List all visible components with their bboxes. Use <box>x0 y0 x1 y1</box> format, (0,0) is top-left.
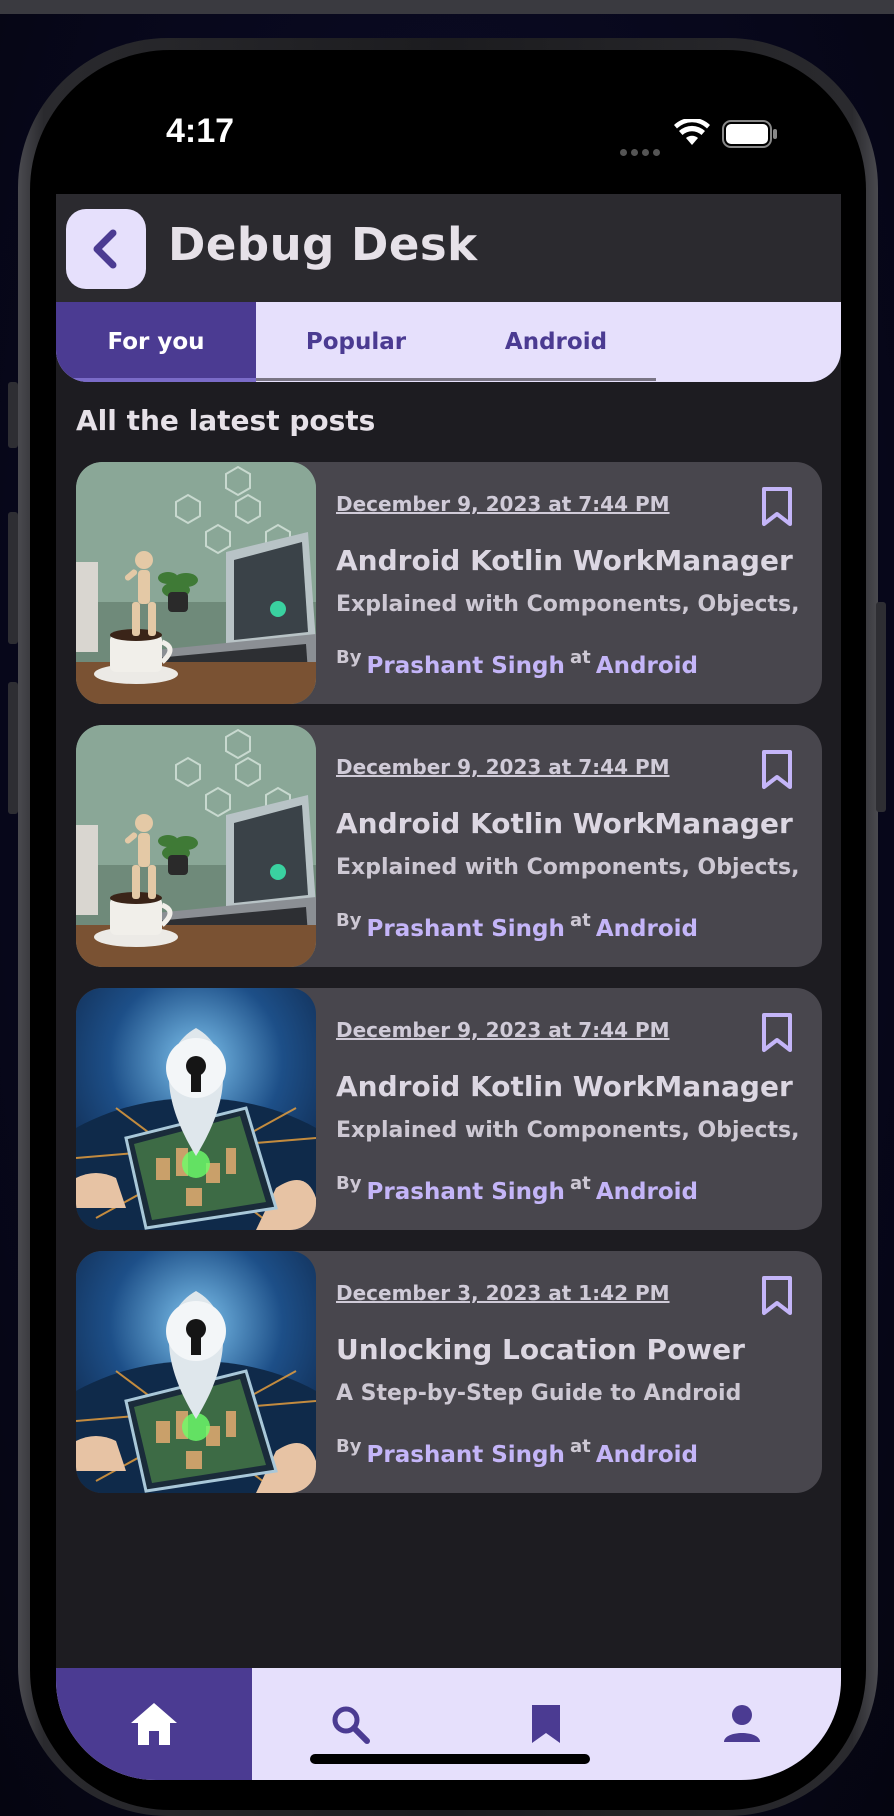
author-link[interactable]: Prashant Singh <box>367 1179 565 1205</box>
app-screen: Debug Desk For you Popular Android All t… <box>56 194 841 1780</box>
search-icon <box>332 1706 370 1744</box>
page-title: Debug Desk <box>168 218 478 271</box>
location-pin-phone-image <box>76 988 316 1230</box>
post-card[interactable]: December 3, 2023 at 1:42 PM Unlocking Lo… <box>76 1251 822 1493</box>
chevron-left-icon <box>93 229 117 269</box>
post-date[interactable]: December 9, 2023 at 7:44 PM <box>336 1018 670 1042</box>
by-label: By <box>336 1436 362 1457</box>
post-title: Unlocking Location Power <box>336 1333 745 1366</box>
post-byline: By Prashant Singh at Android <box>336 1173 698 1205</box>
category-link[interactable]: Android <box>596 1442 698 1468</box>
tab-android[interactable]: Android <box>456 302 656 382</box>
tab-for-you[interactable]: For you <box>56 302 256 382</box>
category-link[interactable]: Android <box>596 1179 698 1205</box>
wifi-icon <box>674 119 710 145</box>
person-icon <box>724 1705 760 1742</box>
by-label: By <box>336 647 362 668</box>
post-subtitle: Explained with Components, Objects, <box>336 592 800 617</box>
volume-down-button <box>8 682 18 814</box>
post-byline: By Prashant Singh at Android <box>336 910 698 942</box>
author-link[interactable]: Prashant Singh <box>367 1442 565 1468</box>
top-edge-strip <box>0 0 894 14</box>
home-icon <box>131 1703 177 1745</box>
post-title: Android Kotlin WorkManager <box>336 544 793 577</box>
laptop-desk-image <box>76 462 316 704</box>
post-card[interactable]: December 9, 2023 at 7:44 PM Android Kotl… <box>76 988 822 1230</box>
post-byline: By Prashant Singh at Android <box>336 647 698 679</box>
app-bar: Debug Desk <box>56 194 841 302</box>
mute-switch <box>8 382 18 448</box>
bookmark-icon <box>532 1705 560 1743</box>
tab-bar: For you Popular Android <box>56 302 841 382</box>
post-subtitle: Explained with Components, Objects, <box>336 1118 800 1143</box>
post-date[interactable]: December 3, 2023 at 1:42 PM <box>336 1281 670 1305</box>
signal-dots-icon <box>620 141 664 160</box>
category-link[interactable]: Android <box>596 653 698 679</box>
nav-home[interactable] <box>56 1668 252 1780</box>
post-subtitle: Explained with Components, Objects, <box>336 855 800 880</box>
location-pin-phone-image <box>76 1251 316 1493</box>
post-subtitle: A Step-by-Step Guide to Android <box>336 1381 742 1406</box>
tab-popular[interactable]: Popular <box>256 302 456 382</box>
back-button[interactable] <box>66 209 146 289</box>
at-label: at <box>569 1436 591 1457</box>
category-link[interactable]: Android <box>596 916 698 942</box>
at-label: at <box>569 910 591 931</box>
battery-icon <box>722 120 777 148</box>
author-link[interactable]: Prashant Singh <box>367 653 565 679</box>
volume-up-button <box>8 512 18 644</box>
bookmark-icon[interactable] <box>760 1012 794 1054</box>
author-link[interactable]: Prashant Singh <box>367 916 565 942</box>
bookmark-icon[interactable] <box>760 749 794 791</box>
by-label: By <box>336 910 362 931</box>
at-label: at <box>569 1173 591 1194</box>
tab-divider <box>256 378 656 381</box>
post-date[interactable]: December 9, 2023 at 7:44 PM <box>336 755 670 779</box>
section-title: All the latest posts <box>76 404 376 437</box>
laptop-desk-image <box>76 725 316 967</box>
nav-profile[interactable] <box>644 1668 840 1780</box>
post-byline: By Prashant Singh at Android <box>336 1436 698 1468</box>
post-title: Android Kotlin WorkManager <box>336 1070 793 1103</box>
post-card[interactable]: December 9, 2023 at 7:44 PM Android Kotl… <box>76 462 822 704</box>
bookmark-icon[interactable] <box>760 1275 794 1317</box>
by-label: By <box>336 1173 362 1194</box>
power-button <box>876 602 886 812</box>
at-label: at <box>569 647 591 668</box>
bookmark-icon[interactable] <box>760 486 794 528</box>
home-indicator[interactable] <box>310 1754 590 1764</box>
post-title: Android Kotlin WorkManager <box>336 807 793 840</box>
post-card[interactable]: December 9, 2023 at 7:44 PM Android Kotl… <box>76 725 822 967</box>
status-time: 4:17 <box>166 112 235 150</box>
post-date[interactable]: December 9, 2023 at 7:44 PM <box>336 492 670 516</box>
